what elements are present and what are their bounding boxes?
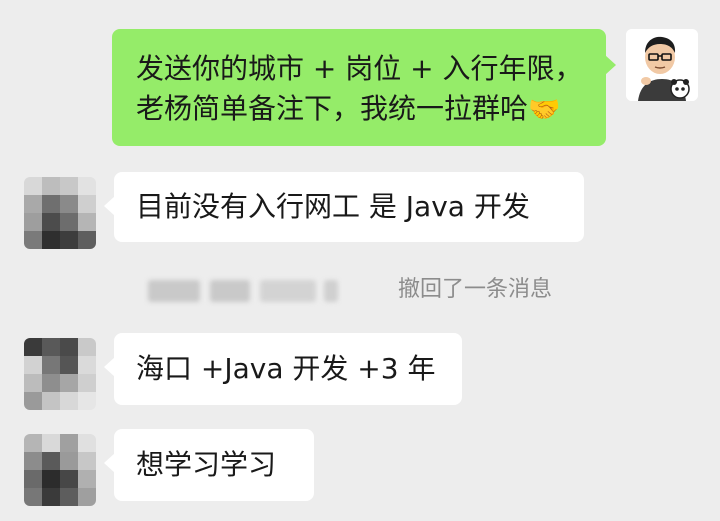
redacted-name [148,280,200,302]
self-message-bubble[interactable]: 发送你的城市 + 岗位 + 入行年限， 老杨简单备注下，我统一拉群哈🤝 [112,29,616,146]
recall-notice: 撤回了一条消息 [148,270,588,310]
message-text: 海口 +Java 开发 +3 年 [136,352,436,385]
message-text: 想学习学习 [136,448,277,481]
message-text-line-1: 发送你的城市 + 岗位 + 入行年限， [136,52,583,85]
pixelated-avatar-icon[interactable] [24,434,96,506]
redacted-name [210,280,250,302]
other-message-bubble[interactable]: 目前没有入行网工 是 Java 开发 [104,172,584,242]
message-text-line-2: 老杨简单备注下，我统一拉群哈🤝 [136,89,584,130]
message-text: 老杨简单备注下，我统一拉群哈 [136,92,529,125]
handshake-icon: 🤝 [528,95,561,125]
chat-window: 发送你的城市 + 岗位 + 入行年限， 老杨简单备注下，我统一拉群哈🤝 目前没有… [0,0,720,521]
redacted-name [260,280,316,302]
message-text: 目前没有入行网工 是 Java 开发 [136,190,530,223]
cartoon-man-avatar-icon [626,29,698,101]
other-message-bubble[interactable]: 海口 +Java 开发 +3 年 [104,333,462,405]
recall-notice-text: 撤回了一条消息 [398,277,553,302]
other-message-bubble[interactable]: 想学习学习 [104,429,314,501]
pixelated-avatar-icon[interactable] [24,177,96,249]
redacted-name [324,280,338,302]
self-avatar-icon[interactable] [626,29,698,101]
pixelated-avatar-icon[interactable] [24,338,96,410]
